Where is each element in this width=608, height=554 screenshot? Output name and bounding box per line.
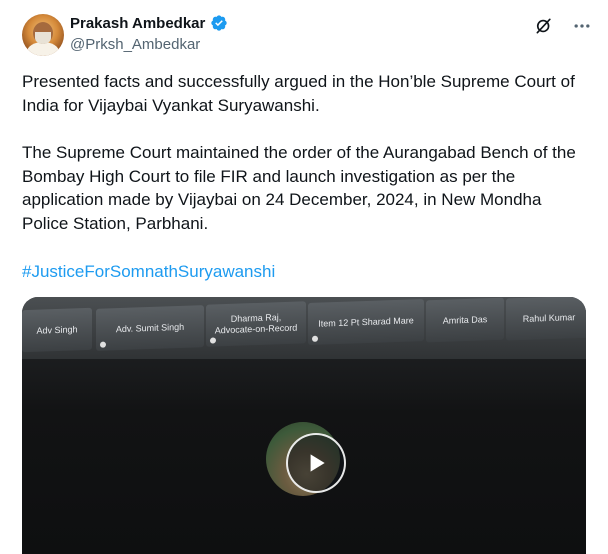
more-options-icon[interactable] xyxy=(572,16,592,36)
participant-name: Item 12 Pt Sharad Mare xyxy=(318,314,414,329)
hashtag-link[interactable]: #JusticeForSomnathSuryawanshi xyxy=(22,262,275,282)
participant-tile: Rahul Kumar xyxy=(506,297,586,341)
participant-tile: Adv. Sumit Singh xyxy=(96,305,204,351)
participant-tile: Item 12 Pt Sharad Mare xyxy=(308,298,424,346)
grok-icon[interactable] xyxy=(534,16,554,36)
post-paragraph-2: The Supreme Court maintained the order o… xyxy=(22,143,576,233)
participant-name: Adv. Sumit Singh xyxy=(115,321,185,334)
post-paragraph-1: Presented facts and successfully argued … xyxy=(22,72,575,115)
participant-tile: Amrita Das xyxy=(426,297,504,343)
verified-badge-icon[interactable] xyxy=(210,14,228,32)
participant-name: Rahul Kumar xyxy=(522,311,576,324)
participant-name: Amrita Das xyxy=(442,313,488,326)
participant-name: Dharma Raj, Advocate-on-Record xyxy=(214,312,298,336)
author-row: Prakash Ambedkar xyxy=(70,14,228,32)
video-call-strip: Adv Singh Adv. Sumit Singh Dharma Raj, A… xyxy=(22,297,586,359)
tweet-top-actions xyxy=(534,16,592,36)
play-icon[interactable] xyxy=(286,433,346,493)
participant-name: Adv Singh xyxy=(36,323,78,336)
author-handle[interactable]: @Prksh_Ambedkar xyxy=(70,36,200,53)
tweet: Prakash Ambedkar @Prksh_Ambedkar Present… xyxy=(0,0,608,554)
participant-tile: Dharma Raj, Advocate-on-Record xyxy=(206,301,306,347)
participant-tile: Adv Singh xyxy=(22,307,92,353)
avatar[interactable] xyxy=(22,14,64,56)
author-name[interactable]: Prakash Ambedkar xyxy=(70,15,205,32)
video-player[interactable]: Adv Singh Adv. Sumit Singh Dharma Raj, A… xyxy=(22,297,586,554)
